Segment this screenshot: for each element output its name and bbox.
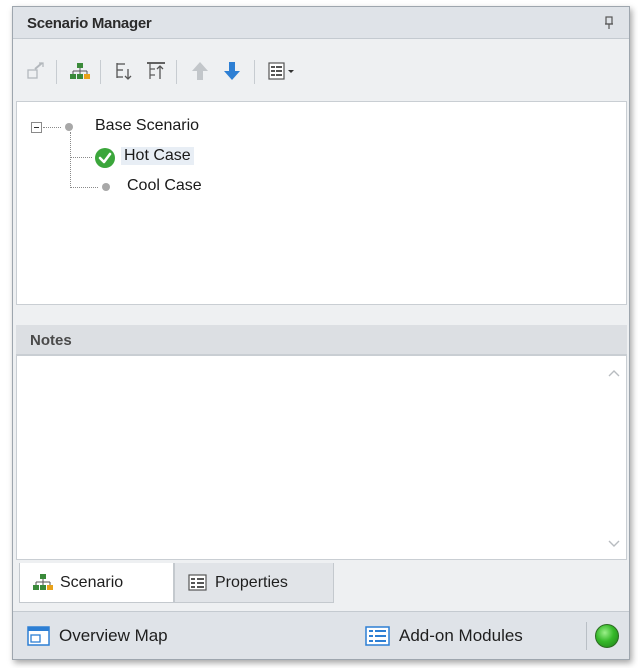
status-separator	[586, 622, 587, 650]
tree-connector	[70, 187, 98, 188]
toolbar-separator	[254, 60, 255, 84]
tab-properties-label: Properties	[215, 573, 288, 591]
move-up-icon[interactable]	[189, 60, 211, 82]
view-options-dropdown-icon[interactable]	[267, 60, 297, 82]
tree-node-base-scenario[interactable]: Base Scenario	[95, 117, 199, 135]
title-bar: Scenario Manager	[13, 7, 629, 39]
add-on-modules-label: Add-on Modules	[399, 626, 523, 645]
tree-connector	[70, 157, 92, 158]
notes-title: Notes	[30, 332, 72, 349]
add-on-modules-icon	[365, 626, 390, 646]
notes-textarea[interactable]	[16, 355, 627, 560]
toolbar-separator	[100, 60, 101, 84]
scenario-tree-icon[interactable]	[69, 60, 91, 82]
add-on-modules-button[interactable]: Add-on Modules	[365, 625, 523, 647]
scenario-tree: Base Scenario Hot Case Cool Case	[16, 101, 627, 305]
toolbar	[13, 40, 629, 98]
expand-tree-icon[interactable]	[113, 60, 135, 82]
toolbar-separator	[176, 60, 177, 84]
tab-scenario-label: Scenario	[60, 573, 124, 591]
status-indicator-icon	[595, 624, 619, 648]
properties-icon	[188, 573, 207, 591]
tab-properties[interactable]: Properties	[174, 563, 334, 603]
new-scenario-icon[interactable]	[25, 60, 47, 82]
tree-node-cool-case[interactable]: Cool Case	[127, 177, 202, 195]
scenario-tree-icon	[33, 573, 53, 590]
scroll-up-icon[interactable]	[608, 368, 620, 378]
move-down-icon[interactable]	[221, 60, 243, 82]
overview-map-button[interactable]: Overview Map	[27, 625, 168, 647]
checkmark-icon	[95, 148, 115, 168]
overview-map-label: Overview Map	[59, 626, 168, 645]
pin-icon[interactable]	[603, 16, 615, 30]
toolbar-separator	[56, 60, 57, 84]
tree-node-hot-case[interactable]: Hot Case	[121, 147, 194, 165]
node-bullet	[102, 183, 110, 191]
notes-header: Notes	[16, 325, 627, 355]
tree-connector	[43, 127, 61, 128]
scenario-manager-panel: Scenario Manager Base Scenario Hot Case …	[12, 6, 630, 660]
collapse-toggle[interactable]	[31, 122, 42, 133]
tab-scenario[interactable]: Scenario	[19, 563, 174, 603]
status-bar: Overview Map Add-on Modules	[13, 611, 629, 659]
panel-title: Scenario Manager	[27, 15, 152, 32]
overview-map-icon	[27, 626, 50, 646]
tree-connector	[70, 132, 71, 188]
bottom-tabs: Scenario Properties	[13, 563, 629, 607]
scroll-down-icon[interactable]	[608, 539, 620, 549]
filter-tree-icon[interactable]	[145, 60, 167, 82]
node-bullet	[65, 123, 73, 131]
